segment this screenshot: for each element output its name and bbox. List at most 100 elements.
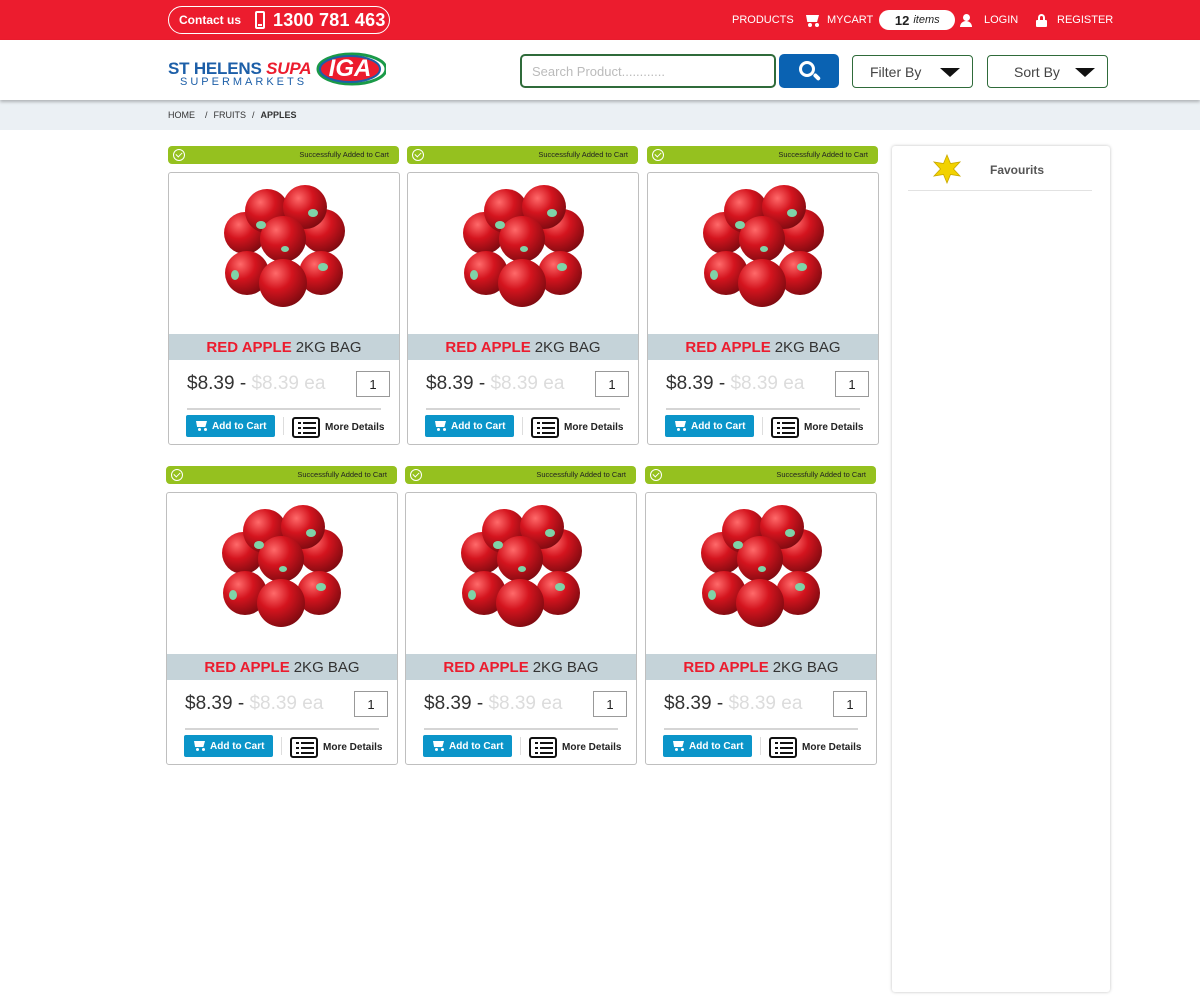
breadcrumb-current: APPLES <box>260 110 297 120</box>
iga-logo-badge: IGA <box>314 52 388 86</box>
check-circle-icon <box>171 469 183 481</box>
sidebar-item-favourites[interactable]: Favourits <box>908 154 1092 191</box>
product-image[interactable] <box>696 185 830 311</box>
add-to-cart-label: Add to Cart <box>689 740 744 752</box>
price-dash: - <box>478 373 486 394</box>
added-to-cart-notice: Successfully Added to Cart <box>166 466 397 484</box>
add-to-cart-button[interactable]: Add to Cart <box>186 415 275 437</box>
product-size: 2KG BAG <box>293 658 360 676</box>
cart-icon <box>674 420 687 431</box>
cart-icon <box>434 420 447 431</box>
product-image[interactable] <box>215 505 349 631</box>
product-title[interactable]: RED APPLE 2KG BAG <box>406 654 636 680</box>
product-card: RED APPLE 2KG BAG $8.39 - $8.39 ea Add t… <box>645 492 877 765</box>
list-icon <box>771 416 799 438</box>
add-to-cart-button[interactable]: Add to Cart <box>665 415 754 437</box>
user-icon <box>960 13 972 27</box>
breadcrumb-bar: HOME / FRUITS / APPLES <box>0 100 1200 130</box>
add-to-cart-button[interactable]: Add to Cart <box>425 415 514 437</box>
card-divider <box>666 408 860 410</box>
more-details-button[interactable]: More Details <box>771 416 863 438</box>
store-logo[interactable]: ST HELENS SUPA SUPERMARKETS IGA <box>168 50 388 90</box>
nav-login[interactable]: LOGIN <box>960 0 1018 40</box>
product-title[interactable]: RED APPLE 2KG BAG <box>646 654 876 680</box>
price-dash: - <box>237 693 245 714</box>
product-price-value: $8.39 <box>426 373 474 394</box>
product-name: RED APPLE <box>683 658 769 676</box>
list-icon <box>290 736 318 758</box>
more-details-button[interactable]: More Details <box>769 736 861 758</box>
sort-dropdown[interactable]: Sort By <box>987 55 1108 88</box>
product-image[interactable] <box>217 185 351 311</box>
cart-icon <box>195 420 208 431</box>
lock-icon <box>1036 13 1047 27</box>
add-to-cart-button[interactable]: Add to Cart <box>423 735 512 757</box>
iga-text: IGA <box>328 55 372 82</box>
more-details-button[interactable]: More Details <box>292 416 384 438</box>
list-icon <box>292 416 320 438</box>
product-price: $8.39 - $8.39 ea <box>426 373 564 395</box>
quantity-input[interactable] <box>595 371 629 397</box>
quantity-input[interactable] <box>593 691 627 717</box>
add-to-cart-button[interactable]: Add to Cart <box>184 735 273 757</box>
button-separator <box>281 737 282 755</box>
added-to-cart-notice: Successfully Added to Cart <box>407 146 638 164</box>
added-to-cart-notice: Successfully Added to Cart <box>405 466 636 484</box>
added-to-cart-message: Successfully Added to Cart <box>778 150 868 159</box>
quantity-input[interactable] <box>354 691 388 717</box>
quantity-input[interactable] <box>356 371 390 397</box>
contact-us-link[interactable]: Contact us 1300 781 463 <box>168 6 390 34</box>
filter-dropdown[interactable]: Filter By <box>852 55 973 88</box>
added-to-cart-notice: Successfully Added to Cart <box>645 466 876 484</box>
check-circle-icon <box>412 149 424 161</box>
product-price: $8.39 - $8.39 ea <box>666 373 804 395</box>
contact-label: Contact us <box>179 13 242 27</box>
quantity-input[interactable] <box>833 691 867 717</box>
breadcrumb-separator: / <box>252 110 255 120</box>
product-price: $8.39 - $8.39 ea <box>424 693 562 715</box>
sidebar: Favourits <box>892 146 1110 992</box>
product-image[interactable] <box>694 505 828 631</box>
check-circle-icon <box>652 149 664 161</box>
nav-mycart[interactable]: MYCART 12 items <box>804 0 956 40</box>
cart-items-label: items <box>913 14 940 26</box>
price-dash: - <box>718 373 726 394</box>
more-details-label: More Details <box>323 741 383 753</box>
product-name: RED APPLE <box>685 338 771 356</box>
check-circle-icon <box>650 469 662 481</box>
product-unit-price: $8.39 ea <box>249 693 324 714</box>
price-dash: - <box>716 693 724 714</box>
product-title[interactable]: RED APPLE 2KG BAG <box>408 334 638 360</box>
product-title[interactable]: RED APPLE 2KG BAG <box>167 654 397 680</box>
product-image[interactable] <box>454 505 588 631</box>
search-input[interactable] <box>520 54 776 88</box>
added-to-cart-message: Successfully Added to Cart <box>536 470 626 479</box>
breadcrumb-fruits[interactable]: FRUITS <box>214 110 247 120</box>
add-to-cart-button[interactable]: Add to Cart <box>663 735 752 757</box>
cart-count: 12 <box>894 12 910 28</box>
button-separator <box>283 417 284 435</box>
nav-register[interactable]: REGISTER <box>1036 0 1113 40</box>
more-details-label: More Details <box>802 741 862 753</box>
product-title[interactable]: RED APPLE 2KG BAG <box>648 334 878 360</box>
button-separator <box>522 417 523 435</box>
product-title[interactable]: RED APPLE 2KG BAG <box>169 334 399 360</box>
search-button[interactable] <box>779 54 839 88</box>
quantity-input[interactable] <box>835 371 869 397</box>
more-details-button[interactable]: More Details <box>529 736 621 758</box>
product-name: RED APPLE <box>443 658 529 676</box>
breadcrumb-separator: / <box>205 110 208 120</box>
card-divider <box>185 728 379 730</box>
product-image[interactable] <box>456 185 590 311</box>
more-details-button[interactable]: More Details <box>290 736 382 758</box>
product-price-value: $8.39 <box>666 373 714 394</box>
check-circle-icon <box>410 469 422 481</box>
more-details-button[interactable]: More Details <box>531 416 623 438</box>
breadcrumb-home[interactable]: HOME <box>168 110 195 120</box>
product-unit-price: $8.39 ea <box>251 373 326 394</box>
product-name: RED APPLE <box>206 338 292 356</box>
chevron-down-icon <box>940 68 960 77</box>
add-to-cart-label: Add to Cart <box>449 740 504 752</box>
nav-products[interactable]: PRODUCTS <box>732 0 794 40</box>
more-details-label: More Details <box>564 421 624 433</box>
